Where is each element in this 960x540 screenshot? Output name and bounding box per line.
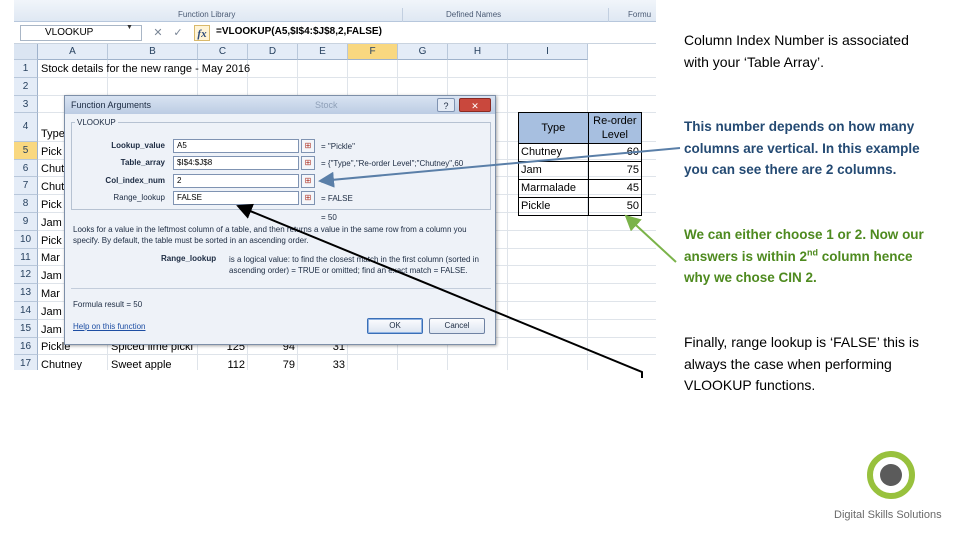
arrow-black (236, 203, 643, 378)
arrow-blue (318, 147, 681, 188)
logo-text: Digital Skills Solutions (834, 509, 942, 521)
explanation-columns: This number depends on how many columns … (684, 119, 920, 177)
explanation-range-lookup: Finally, range lookup is ‘FALSE’ this is… (684, 334, 919, 393)
explanation-choice: We can either choose 1 or 2. Now our ans… (684, 224, 934, 289)
explanation-choice-sup: nd (807, 247, 819, 257)
explanation-col-index: Column Index Number is associated with y… (684, 32, 909, 70)
arrow-green (624, 214, 677, 263)
logo-dot (880, 464, 902, 486)
